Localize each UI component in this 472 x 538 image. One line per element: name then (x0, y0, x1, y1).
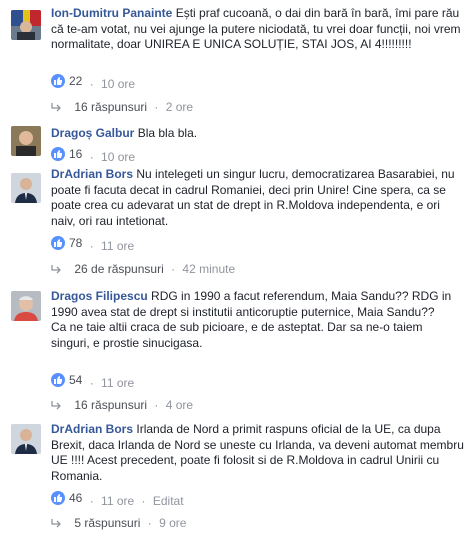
avatar[interactable] (11, 10, 41, 40)
separator: · (89, 376, 94, 390)
replies-count[interactable]: 5 răspunsuri (74, 516, 140, 530)
comment-time[interactable]: 11 ore (101, 376, 134, 390)
comment-author[interactable]: DrAdrian Bors (51, 422, 133, 436)
separator: · (89, 494, 94, 508)
comment-time[interactable]: 10 ore (101, 77, 135, 91)
replies-count[interactable]: 26 de răspunsuri (74, 262, 163, 276)
reactions-count[interactable]: 22 (51, 73, 82, 89)
thumbs-up-icon (51, 491, 65, 505)
separator: · (154, 398, 159, 412)
reply-time: 4 ore (165, 398, 194, 412)
comment-text: Dragos Filipescu RDG in 1990 a facut ref… (51, 289, 464, 320)
comment-meta: 16 · 10 ore (51, 146, 135, 164)
reply-time: 2 ore (165, 100, 194, 114)
avatar[interactable] (11, 126, 41, 156)
replies-count[interactable]: 16 răspunsuri (74, 398, 147, 412)
reactions-count[interactable]: 46 (51, 490, 82, 506)
edited-label[interactable]: Editat (153, 494, 184, 508)
reply-arrow-icon (51, 398, 65, 414)
comment-author[interactable]: Ion-Dumitru Panainte (51, 6, 172, 20)
reactions-count[interactable]: 54 (51, 372, 82, 388)
comment-text: Dragoș Galbur Bla bla bla. (51, 126, 464, 142)
avatar[interactable] (11, 291, 41, 321)
comment-meta: 46 · 11 ore · Editat (51, 490, 184, 508)
reply-time: 9 ore (159, 516, 187, 530)
separator: · (154, 100, 159, 114)
thumbs-up-icon (51, 373, 65, 387)
replies-link[interactable]: 26 de răspunsuri · 42 minute (51, 261, 235, 277)
reply-arrow-icon (51, 262, 65, 278)
reply-time: 42 minute (182, 262, 236, 276)
replies-count[interactable]: 16 răspunsuri (74, 100, 147, 114)
comment-author[interactable]: Dragos Filipescu (51, 289, 148, 303)
thumbs-up-icon (51, 147, 65, 161)
thumbs-up-icon (51, 74, 65, 88)
reactions-count[interactable]: 78 (51, 235, 82, 251)
comment-meta: 78 · 11 ore (51, 235, 134, 253)
replies-link[interactable]: 5 răspunsuri · 9 ore (51, 515, 186, 531)
reactions-count[interactable]: 16 (51, 146, 82, 162)
separator: · (147, 516, 152, 530)
replies-link[interactable]: 16 răspunsuri · 4 ore (51, 397, 193, 413)
comment-time[interactable]: 10 ore (101, 150, 135, 164)
separator: · (89, 150, 94, 164)
comment-author[interactable]: Dragoș Galbur (51, 126, 134, 140)
reply-arrow-icon (51, 100, 65, 116)
separator: · (89, 239, 94, 253)
comment-body: Bla bla bla. (137, 126, 198, 140)
comment-meta: 22 · 10 ore (51, 73, 135, 91)
avatar[interactable] (11, 173, 41, 203)
comment-meta: 54 · 11 ore (51, 372, 134, 390)
comment-author[interactable]: DrAdrian Bors (51, 167, 133, 181)
comment-time[interactable]: 11 ore (101, 494, 134, 508)
replies-link[interactable]: 16 răspunsuri · 2 ore (51, 99, 193, 115)
avatar[interactable] (11, 424, 41, 454)
comment-text: DrAdrian Bors Nu intelegeti un singur lu… (51, 167, 464, 229)
comment-text-paragraph: Ca ne taie altii craca de sub picioare, … (51, 320, 423, 350)
reply-arrow-icon (51, 516, 65, 532)
separator: · (141, 494, 146, 508)
comment-time[interactable]: 11 ore (101, 239, 134, 253)
separator: · (89, 77, 94, 91)
separator: · (171, 262, 176, 276)
comment-text: Ion-Dumitru Panainte Ești praf cucoană, … (51, 6, 464, 53)
thumbs-up-icon (51, 236, 65, 250)
comment-text: DrAdrian Bors Irlanda de Nord a primit r… (51, 422, 464, 484)
